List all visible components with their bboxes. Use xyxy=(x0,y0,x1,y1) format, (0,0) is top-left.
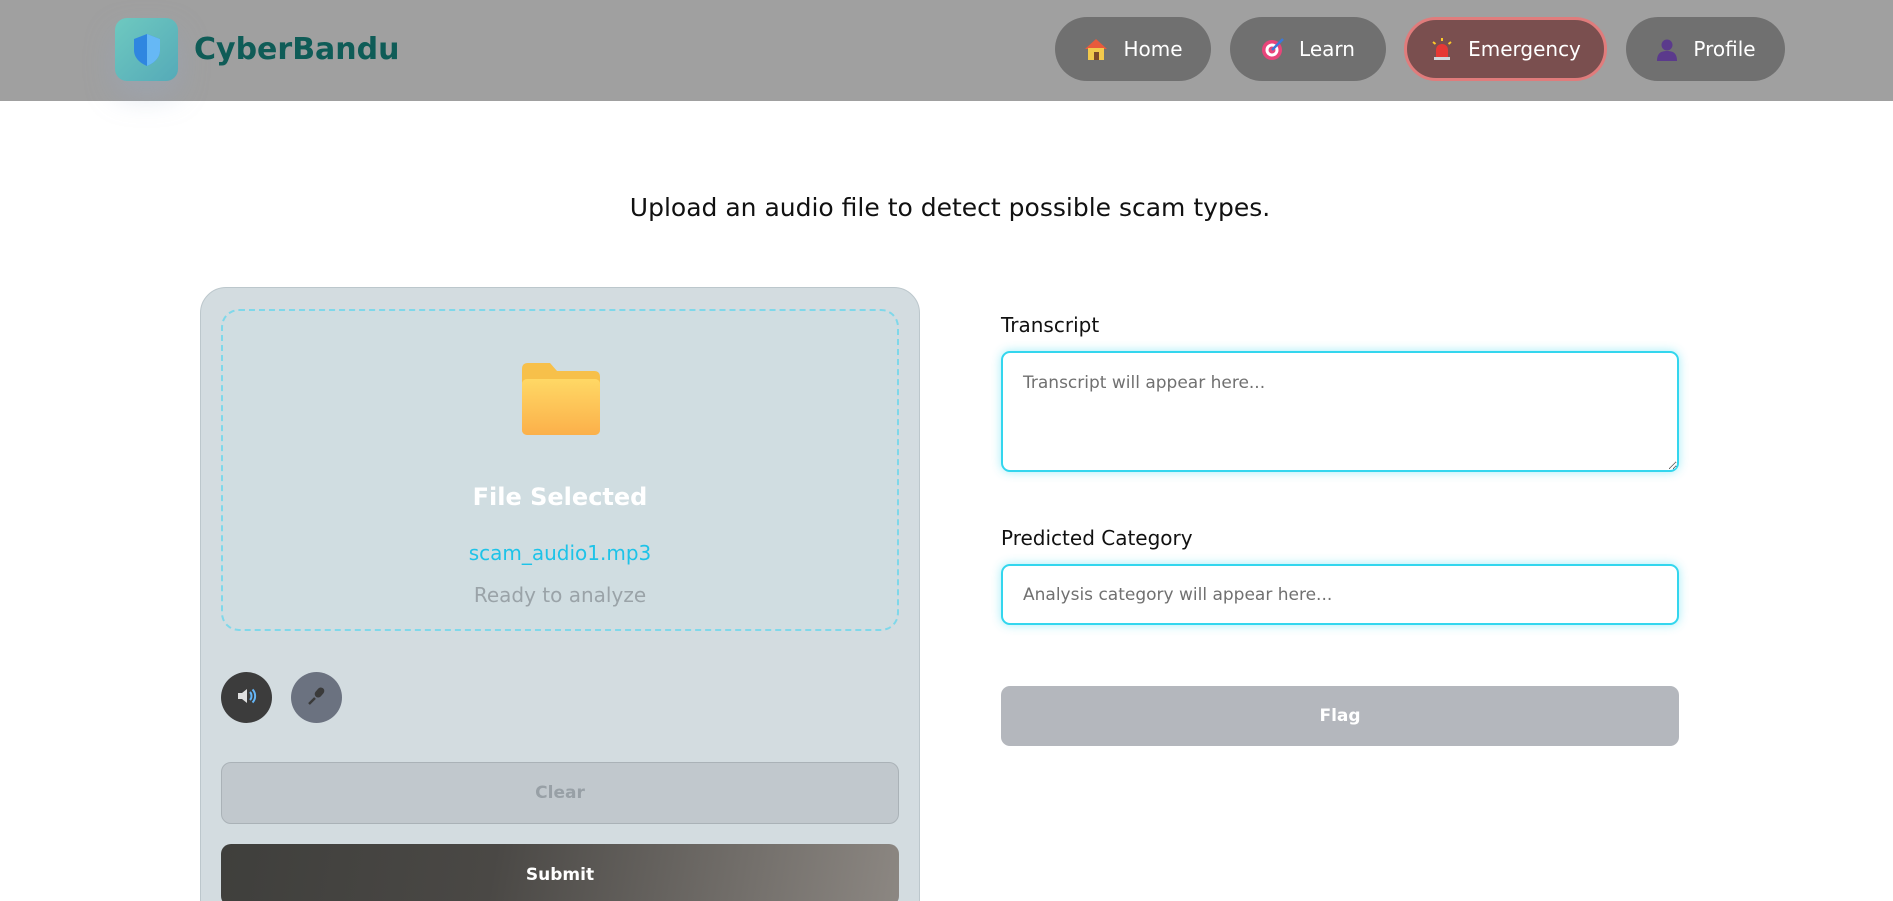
siren-icon xyxy=(1430,37,1454,61)
user-icon xyxy=(1655,37,1679,61)
transcript-textarea[interactable] xyxy=(1001,351,1679,472)
upload-card: File Selected scam_audio1.mp3 Ready to a… xyxy=(200,287,920,901)
nav-profile-label: Profile xyxy=(1693,37,1756,61)
brand[interactable]: CyberBandu xyxy=(115,18,400,81)
speaker-icon xyxy=(236,686,258,710)
shield-icon xyxy=(115,18,178,81)
nav-home-label: Home xyxy=(1123,37,1183,61)
transcript-label: Transcript xyxy=(1001,313,1100,337)
file-selected-title: File Selected xyxy=(472,483,648,511)
audio-dropzone[interactable]: File Selected scam_audio1.mp3 Ready to a… xyxy=(221,309,899,631)
page-subtitle: Upload an audio file to detect possible … xyxy=(629,193,1271,222)
nav-emergency-label: Emergency xyxy=(1468,37,1581,61)
nav-learn-label: Learn xyxy=(1299,37,1355,61)
record-audio-button[interactable] xyxy=(291,672,342,723)
brand-name: CyberBandu xyxy=(194,32,400,67)
nav-profile[interactable]: Profile xyxy=(1626,17,1785,81)
flag-button[interactable]: Flag xyxy=(1001,686,1679,746)
play-audio-button[interactable] xyxy=(221,672,272,723)
target-icon xyxy=(1261,37,1285,61)
predicted-category-input[interactable] xyxy=(1001,564,1679,625)
microphone-icon xyxy=(306,685,328,711)
selected-file-name: scam_audio1.mp3 xyxy=(468,541,652,565)
nav-home[interactable]: Home xyxy=(1055,17,1211,81)
submit-button[interactable]: Submit xyxy=(221,844,899,901)
upload-status-text: Ready to analyze xyxy=(473,583,647,607)
clear-button[interactable]: Clear xyxy=(221,762,899,824)
top-navbar: CyberBandu Home Learn Emergency Profile xyxy=(0,0,1893,101)
folder-icon xyxy=(520,361,602,441)
predicted-category-label: Predicted Category xyxy=(1001,526,1193,550)
nav-emergency[interactable]: Emergency xyxy=(1404,17,1607,81)
nav-learn[interactable]: Learn xyxy=(1230,17,1386,81)
house-icon xyxy=(1083,37,1109,61)
